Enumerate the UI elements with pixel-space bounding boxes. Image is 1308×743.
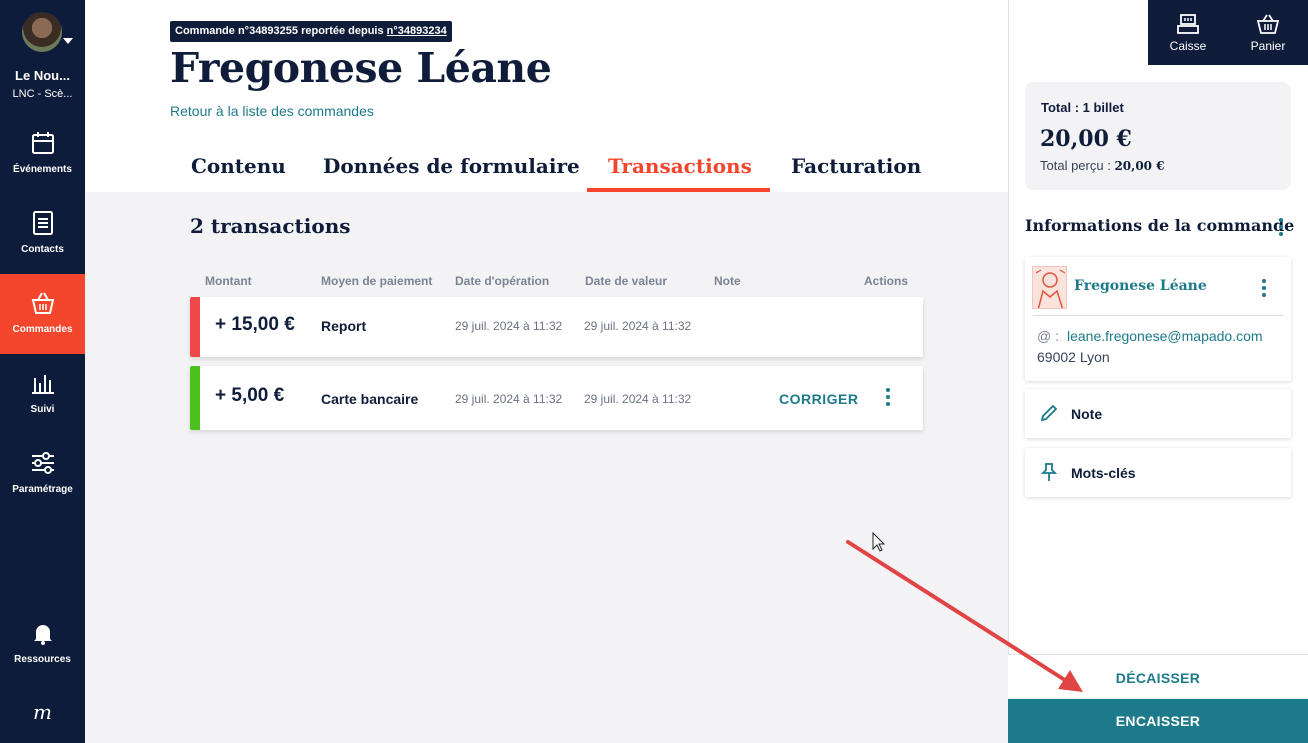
active-tab-indicator xyxy=(587,188,770,192)
sidebar-item-label: Contacts xyxy=(21,244,64,255)
status-indicator xyxy=(190,366,200,430)
panier-button[interactable]: Panier xyxy=(1228,0,1308,65)
note-card[interactable]: Note xyxy=(1025,389,1291,438)
tab-transactions[interactable]: Transactions xyxy=(608,154,752,178)
sidebar-item-contacts[interactable]: Contacts xyxy=(0,194,85,274)
sidebar-item-evenements[interactable]: Événements xyxy=(0,114,85,194)
payment-method: Carte bancaire xyxy=(321,391,419,407)
column-header: Moyen de paiement xyxy=(321,274,433,288)
cash-register-icon xyxy=(1177,14,1199,34)
mouse-cursor-icon xyxy=(872,531,886,552)
transaction-amount: + 5,00 € xyxy=(215,385,285,406)
top-actions: Caisse Panier xyxy=(1148,0,1308,65)
caret-down-icon[interactable] xyxy=(63,38,73,44)
transaction-row[interactable]: + 15,00 € Report 29 juil. 2024 à 11:32 2… xyxy=(190,297,923,357)
avatar[interactable] xyxy=(22,12,62,52)
column-header: Montant xyxy=(205,274,252,288)
back-to-orders-link[interactable]: Retour à la liste des commandes xyxy=(170,103,374,119)
total-received: Total perçu : 20,00 € xyxy=(1040,158,1165,173)
payment-method: Report xyxy=(321,318,367,334)
customer-avatar xyxy=(1032,266,1067,309)
column-header: Actions xyxy=(864,274,909,288)
divider xyxy=(1033,315,1283,316)
keywords-label: Mots-clés xyxy=(1071,465,1136,481)
org-subtitle: LNC - Scè... xyxy=(12,88,73,100)
sidebar-item-ressources[interactable]: Ressources xyxy=(0,604,85,684)
total-received-label: Total perçu : xyxy=(1040,158,1115,173)
corriger-button[interactable]: CORRIGER xyxy=(779,391,858,407)
operation-date: 29 juil. 2024 à 11:32 xyxy=(455,319,563,333)
sidebar-item-label: Paramétrage xyxy=(12,484,73,495)
value-date: 29 juil. 2024 à 11:32 xyxy=(584,392,692,406)
pin-icon xyxy=(1040,463,1058,481)
sidebar-item-suivi[interactable]: Suivi xyxy=(0,354,85,434)
bell-icon xyxy=(34,625,52,645)
keywords-card[interactable]: Mots-clés xyxy=(1025,448,1291,497)
calendar-icon xyxy=(32,132,54,154)
order-info-title: Informations de la commande xyxy=(1025,216,1295,235)
caisse-button[interactable]: Caisse xyxy=(1148,0,1228,65)
decaisser-button[interactable]: DÉCAISSER xyxy=(1008,654,1308,699)
total-title: Total : 1 billet xyxy=(1041,100,1124,115)
more-options-icon[interactable] xyxy=(884,388,892,409)
original-order-link[interactable]: n°34893234 xyxy=(387,25,447,37)
sidebar-item-label: Commandes xyxy=(12,324,73,335)
tab-facturation[interactable]: Facturation xyxy=(791,154,921,178)
customer-city: 69002 Lyon xyxy=(1037,349,1110,365)
sidebar-item-label: Événements xyxy=(13,164,72,175)
page-title: Fregonese Léane xyxy=(170,44,552,92)
order-badge: Commande n°34893255 reportée depuis n°34… xyxy=(170,21,452,42)
sliders-icon xyxy=(32,452,54,474)
bar-chart-icon xyxy=(32,375,54,394)
sidebar-item-label: Ressources xyxy=(14,654,71,665)
customer-card: Fregonese Léane @ : leane.fregonese@mapad… xyxy=(1025,257,1291,381)
order-info-more-icon[interactable] xyxy=(1277,218,1285,239)
basket-icon xyxy=(1256,14,1280,34)
customer-more-icon[interactable] xyxy=(1260,279,1268,300)
mapado-logo: m xyxy=(33,700,52,724)
sidebar-item-label: Suivi xyxy=(30,404,55,415)
total-received-value: 20,00 € xyxy=(1114,159,1165,173)
column-header: Date de valeur xyxy=(585,274,668,288)
transaction-amount: + 15,00 € xyxy=(215,314,295,335)
note-label: Note xyxy=(1071,406,1103,422)
email-prefix: @ : xyxy=(1037,328,1059,344)
total-amount: 20,00 € xyxy=(1040,126,1132,152)
column-header: Date d'opération xyxy=(455,274,550,288)
column-header: Note xyxy=(714,274,741,288)
value-date: 29 juil. 2024 à 11:32 xyxy=(584,319,692,333)
pencil-icon xyxy=(1040,404,1058,422)
transactions-count: 2 transactions xyxy=(190,214,351,238)
panier-label: Panier xyxy=(1250,39,1286,53)
operation-date: 29 juil. 2024 à 11:32 xyxy=(455,392,563,406)
customer-name-link[interactable]: Fregonese Léane xyxy=(1074,278,1207,294)
tab-donnees-formulaire[interactable]: Données de formulaire xyxy=(323,154,580,178)
order-badge-text: Commande n°34893255 reportée depuis xyxy=(175,25,387,37)
org-name: Le Nou... xyxy=(15,68,70,83)
tab-contenu[interactable]: Contenu xyxy=(191,154,286,178)
document-icon xyxy=(33,211,53,235)
caisse-label: Caisse xyxy=(1169,39,1207,53)
user-menu[interactable] xyxy=(22,12,73,54)
status-indicator xyxy=(190,297,200,357)
order-total-card: Total : 1 billet 20,00 € Total perçu : 2… xyxy=(1025,82,1291,190)
sidebar-item-parametrage[interactable]: Paramétrage xyxy=(0,434,85,514)
transaction-row[interactable]: + 5,00 € Carte bancaire 29 juil. 2024 à … xyxy=(190,366,923,430)
customer-email-link[interactable]: leane.fregonese@mapado.com xyxy=(1067,328,1263,344)
encaisser-button[interactable]: ENCAISSER xyxy=(1008,699,1308,743)
sidebar: Le Nou... LNC - Scè... Événements Contac… xyxy=(0,0,85,743)
basket-icon xyxy=(31,292,55,314)
sidebar-item-commandes[interactable]: Commandes xyxy=(0,274,85,354)
customer-email: @ : leane.fregonese@mapado.com xyxy=(1037,328,1263,344)
